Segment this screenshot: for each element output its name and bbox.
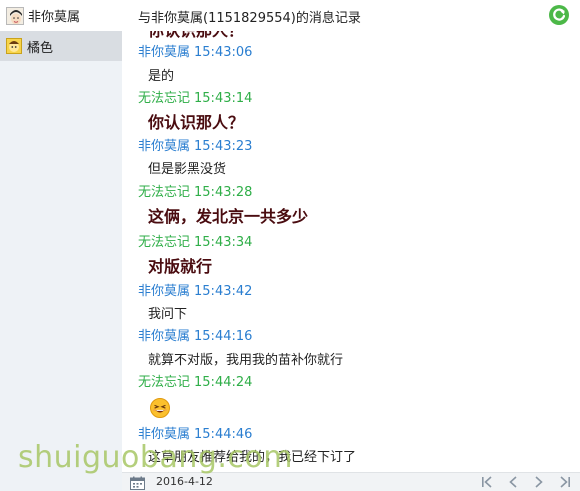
refresh-icon[interactable] (548, 4, 570, 26)
message-time: 15:43:14 (194, 91, 253, 106)
message-log[interactable]: 你认识那人？ 非你莫属15:43:06 是的 无法忘记15:43:14 你认识那… (122, 31, 580, 472)
window-header: 非你莫属 与非你莫属(1151829554)的消息记录 (0, 0, 580, 31)
message-text: 就算不对版，我用我的苗补你就行 (148, 353, 344, 368)
message-sender: 无法忘记 (138, 91, 191, 106)
message-time: 15:44:46 (194, 427, 253, 442)
first-page-icon[interactable] (480, 474, 494, 490)
message-time: 15:43:42 (194, 284, 253, 299)
user-avatar (6, 6, 24, 25)
grinning-emoji-icon (150, 398, 170, 418)
message-text: 这俩，发北京一共多少 (148, 207, 309, 226)
message-sender: 非你莫属 (138, 45, 191, 60)
next-page-icon[interactable] (532, 474, 546, 490)
message-text: 是的 (148, 69, 175, 84)
message-meta: 非你莫属 15:44:46 (138, 426, 252, 444)
message-time: 15:44:16 (194, 329, 253, 344)
user-name: 非你莫属 (28, 10, 81, 25)
calendar-icon[interactable] (130, 476, 145, 490)
message-meta: 非你莫属 15:43:42 (138, 283, 252, 301)
last-page-icon[interactable] (558, 474, 572, 490)
message-meta: 无法忘记 15:43:14 (138, 90, 252, 108)
message-time: 15:43:23 (194, 139, 253, 154)
avatar-face-icon (7, 7, 23, 24)
cut-off-message: 你认识那人？ (148, 31, 244, 41)
footer-bar: 2016-4-12 (122, 472, 580, 491)
history-title: 与非你莫属(1151829554)的消息记录 (138, 11, 361, 26)
message-text: 你认识那人？ (148, 113, 245, 132)
message-meta: 非你莫属 15:44:16 (138, 328, 252, 346)
message-time: 15:43:34 (194, 235, 253, 250)
message-sender: 无法忘记 (138, 375, 191, 390)
contact-avatar-icon (6, 38, 22, 54)
message-sender: 无法忘记 (138, 185, 191, 200)
message-meta: 非你莫属 15:43:23 (138, 138, 252, 156)
message-time: 15:43:06 (194, 45, 253, 60)
current-user[interactable]: 非你莫属 (0, 0, 122, 31)
pager (480, 474, 572, 490)
message-sender: 无法忘记 (138, 235, 191, 250)
message-time: 15:44:24 (194, 375, 253, 390)
message-sender: 非你莫属 (138, 284, 191, 299)
sidebar-item-contact[interactable]: 橘色 (0, 31, 122, 61)
message-meta: 无法忘记 15:43:34 (138, 234, 252, 252)
message-text: 但是影黑没货 (148, 162, 227, 177)
sidebar-item-label: 橘色 (27, 40, 54, 56)
message-sender: 非你莫属 (138, 139, 191, 154)
contact-sidebar: 橘色 (0, 31, 122, 491)
message-text: 我问下 (148, 307, 188, 322)
message-text: 对版就行 (148, 257, 213, 276)
message-meta: 非你莫属 15:43:06 (138, 44, 252, 62)
message-time: 15:43:28 (194, 185, 253, 200)
message-meta: 无法忘记 15:44:24 (138, 374, 252, 392)
message-text: 这草朋友推荐给我的，我已经下订了 (148, 450, 357, 465)
message-meta: 无法忘记 15:43:28 (138, 184, 252, 202)
history-date[interactable]: 2016-4-12 (156, 475, 213, 488)
message-sender: 非你莫属 (138, 427, 191, 442)
prev-page-icon[interactable] (506, 474, 520, 490)
message-sender: 非你莫属 (138, 329, 191, 344)
